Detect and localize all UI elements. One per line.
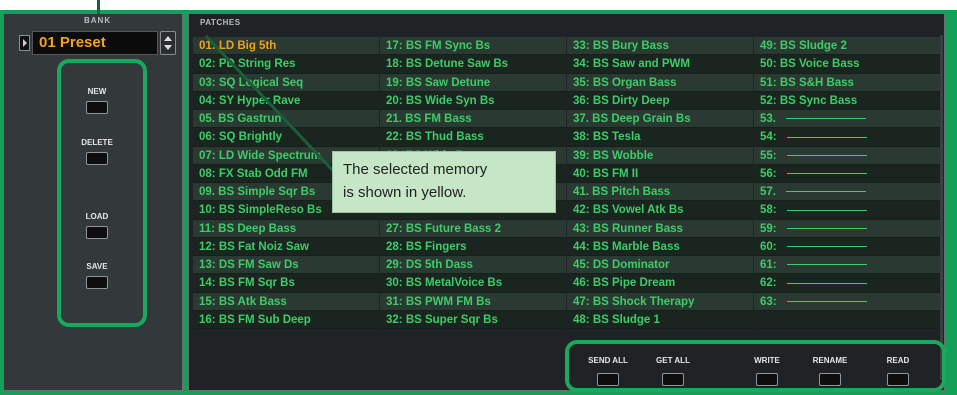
read-label: READ [886,356,910,365]
patch-cell[interactable]: 51: BS S&H Bass [754,73,940,92]
empty-slot-line [786,154,867,156]
patch-cell[interactable]: 22: BS Thud Bass [380,128,566,147]
patch-cell[interactable]: 15: BS Atk Bass [193,292,379,311]
patch-cell[interactable]: 62: [754,274,940,293]
empty-slot-line [786,209,867,211]
patch-cell[interactable]: 40: BS FM II [567,164,753,183]
patch-cell[interactable]: 12: BS Fat Noiz Saw [193,237,379,256]
empty-slot-line [786,136,867,138]
side-buttons-highlight [57,59,147,327]
patch-cell[interactable]: 39: BS Wobble [567,146,753,165]
callout-line [97,0,100,14]
tooltip-line-2: is shown in yellow. [343,184,467,201]
patch-cell[interactable] [754,310,940,329]
patch-cell[interactable]: 28: BS Fingers [380,237,566,256]
patch-cell[interactable]: 11: BS Deep Bass [193,219,379,238]
patch-cell[interactable]: 36: BS Dirty Deep [567,91,753,110]
read-button[interactable] [887,373,909,386]
patch-cell[interactable]: 30: BS MetalVoice Bs [380,274,566,293]
patch-column-4: 49: BS Sludge 2 50: BS Voice Bass 51: BS S… [754,37,940,329]
empty-slot-line [786,264,867,266]
empty-slot-line [786,118,866,120]
patch-cell[interactable]: 35: BS Organ Bass [567,73,753,92]
send-all-button[interactable] [597,373,619,386]
patch-cell[interactable]: 59: [754,219,940,238]
patch-cell[interactable]: 33: BS Bury Bass [567,37,753,56]
patch-cell[interactable]: 47: BS Shock Therapy [567,292,753,311]
bank-label: BANK [84,16,112,25]
patch-cell[interactable]: 43: BS Runner Bass [567,219,753,238]
patch-cell[interactable]: 57. [754,183,940,202]
patch-cell[interactable]: 52: BS Sync Bass [754,91,940,110]
patch-cell[interactable]: 60: [754,237,940,256]
empty-slot-line [786,300,867,302]
rename-button[interactable] [819,373,841,386]
patch-cell[interactable]: 14: BS FM Sqr Bs [193,274,379,293]
patch-cell[interactable]: 54: [754,128,940,147]
write-label: WRITE [754,356,780,365]
patch-cell[interactable]: 55: [754,146,940,165]
tooltip-pointer [204,34,340,178]
patch-cell[interactable]: 38: BS Tesla [567,128,753,147]
patch-cell[interactable]: 49: BS Sludge 2 [754,37,940,56]
patches-title: PATCHES [200,18,241,27]
patch-cell[interactable]: 21. BS FM Bass [380,110,566,129]
bank-spinner[interactable] [160,31,176,55]
empty-slot-line [786,246,867,248]
get-all-button[interactable] [662,373,684,386]
patch-cell[interactable]: 32: BS Super Sqr Bs [380,310,566,329]
empty-slot-line [786,191,866,193]
patch-cell[interactable]: 42: BS Vowel Atk Bs [567,201,753,220]
patch-cell[interactable]: 61: [754,256,940,275]
patch-cell[interactable]: 13: DS FM Saw Ds [193,256,379,275]
empty-slot-line [786,227,867,229]
spin-down-icon[interactable] [164,45,172,50]
spin-up-icon[interactable] [164,36,172,41]
get-all-label: GET ALL [656,356,690,365]
patch-cell[interactable]: 41. BS Pitch Bass [567,183,753,202]
patch-cell[interactable]: 17: BS FM Sync Bs [380,37,566,56]
patch-cell[interactable]: 18: BS Detune Saw Bs [380,55,566,74]
patch-cell[interactable]: 48: BS Sludge 1 [567,310,753,329]
empty-slot-line [786,173,867,175]
bank-select[interactable]: 01 Preset [32,31,158,55]
patch-cell[interactable]: 37. BS Deep Grain Bs [567,110,753,129]
patch-cell[interactable]: 27: BS Future Bass 2 [380,219,566,238]
patch-cell[interactable]: 58: [754,201,940,220]
empty-slot-line [786,282,867,284]
patch-cell[interactable]: 19: BS Saw Detune [380,73,566,92]
patch-cell[interactable]: 46: BS Pipe Dream [567,274,753,293]
bank-menu-arrow-icon[interactable] [19,35,30,51]
patch-cell[interactable]: 16: BS FM Sub Deep [193,310,379,329]
tooltip: The selected memory is shown in yellow. [332,151,556,213]
patch-cell[interactable]: 44: BS Marble Bass [567,237,753,256]
send-all-label: SEND ALL [588,356,628,365]
patch-cell[interactable]: 45: DS Dominator [567,256,753,275]
patch-cell[interactable]: 20: BS Wide Syn Bs [380,91,566,110]
patch-cell[interactable]: 31: BS PWM FM Bs [380,292,566,311]
rename-label: RENAME [812,356,848,365]
patch-cell[interactable]: 63: [754,292,940,311]
write-button[interactable] [756,373,778,386]
patch-cell[interactable]: 53. [754,110,940,129]
patch-column-3: 33: BS Bury Bass 34: BS Saw and PWM 35: BS… [567,37,753,329]
patch-cell[interactable]: 34: BS Saw and PWM [567,55,753,74]
patch-cell[interactable]: 29: DS 5th Dass [380,256,566,275]
patch-cell[interactable]: 56: [754,164,940,183]
patch-cell[interactable]: 50: BS Voice Bass [754,55,940,74]
vertical-scrollbar[interactable] [940,35,943,380]
tooltip-line-1: The selected memory [343,161,488,178]
